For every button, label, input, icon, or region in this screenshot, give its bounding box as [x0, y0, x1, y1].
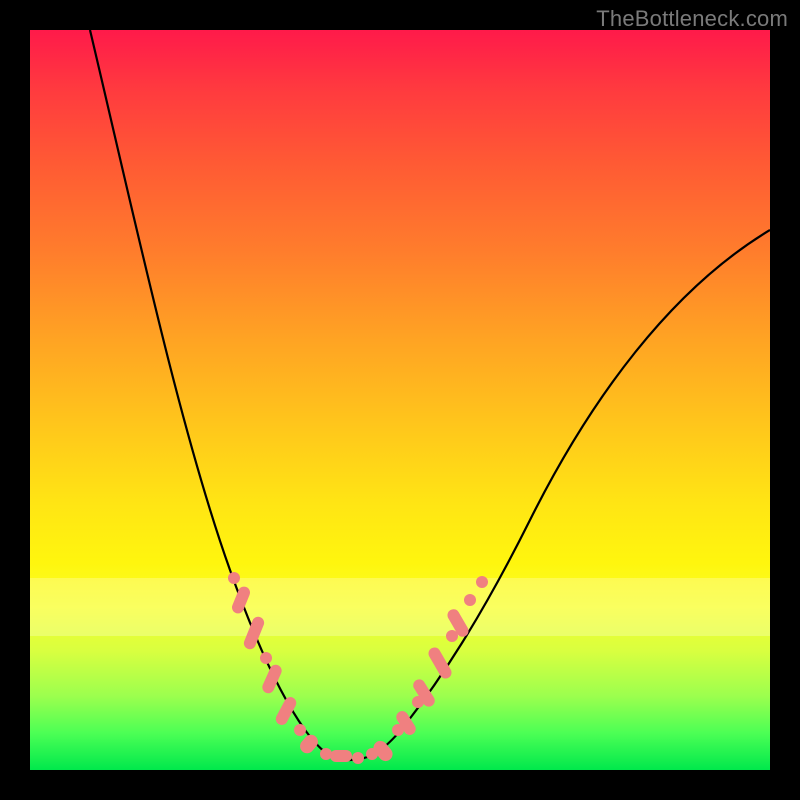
plot-area	[30, 30, 770, 770]
watermark-text: TheBottleneck.com	[596, 6, 788, 32]
chart-container: TheBottleneck.com	[0, 0, 800, 800]
marker-cluster-right	[366, 576, 488, 764]
marker-cluster-left	[228, 572, 364, 764]
curve-overlay	[30, 30, 770, 770]
